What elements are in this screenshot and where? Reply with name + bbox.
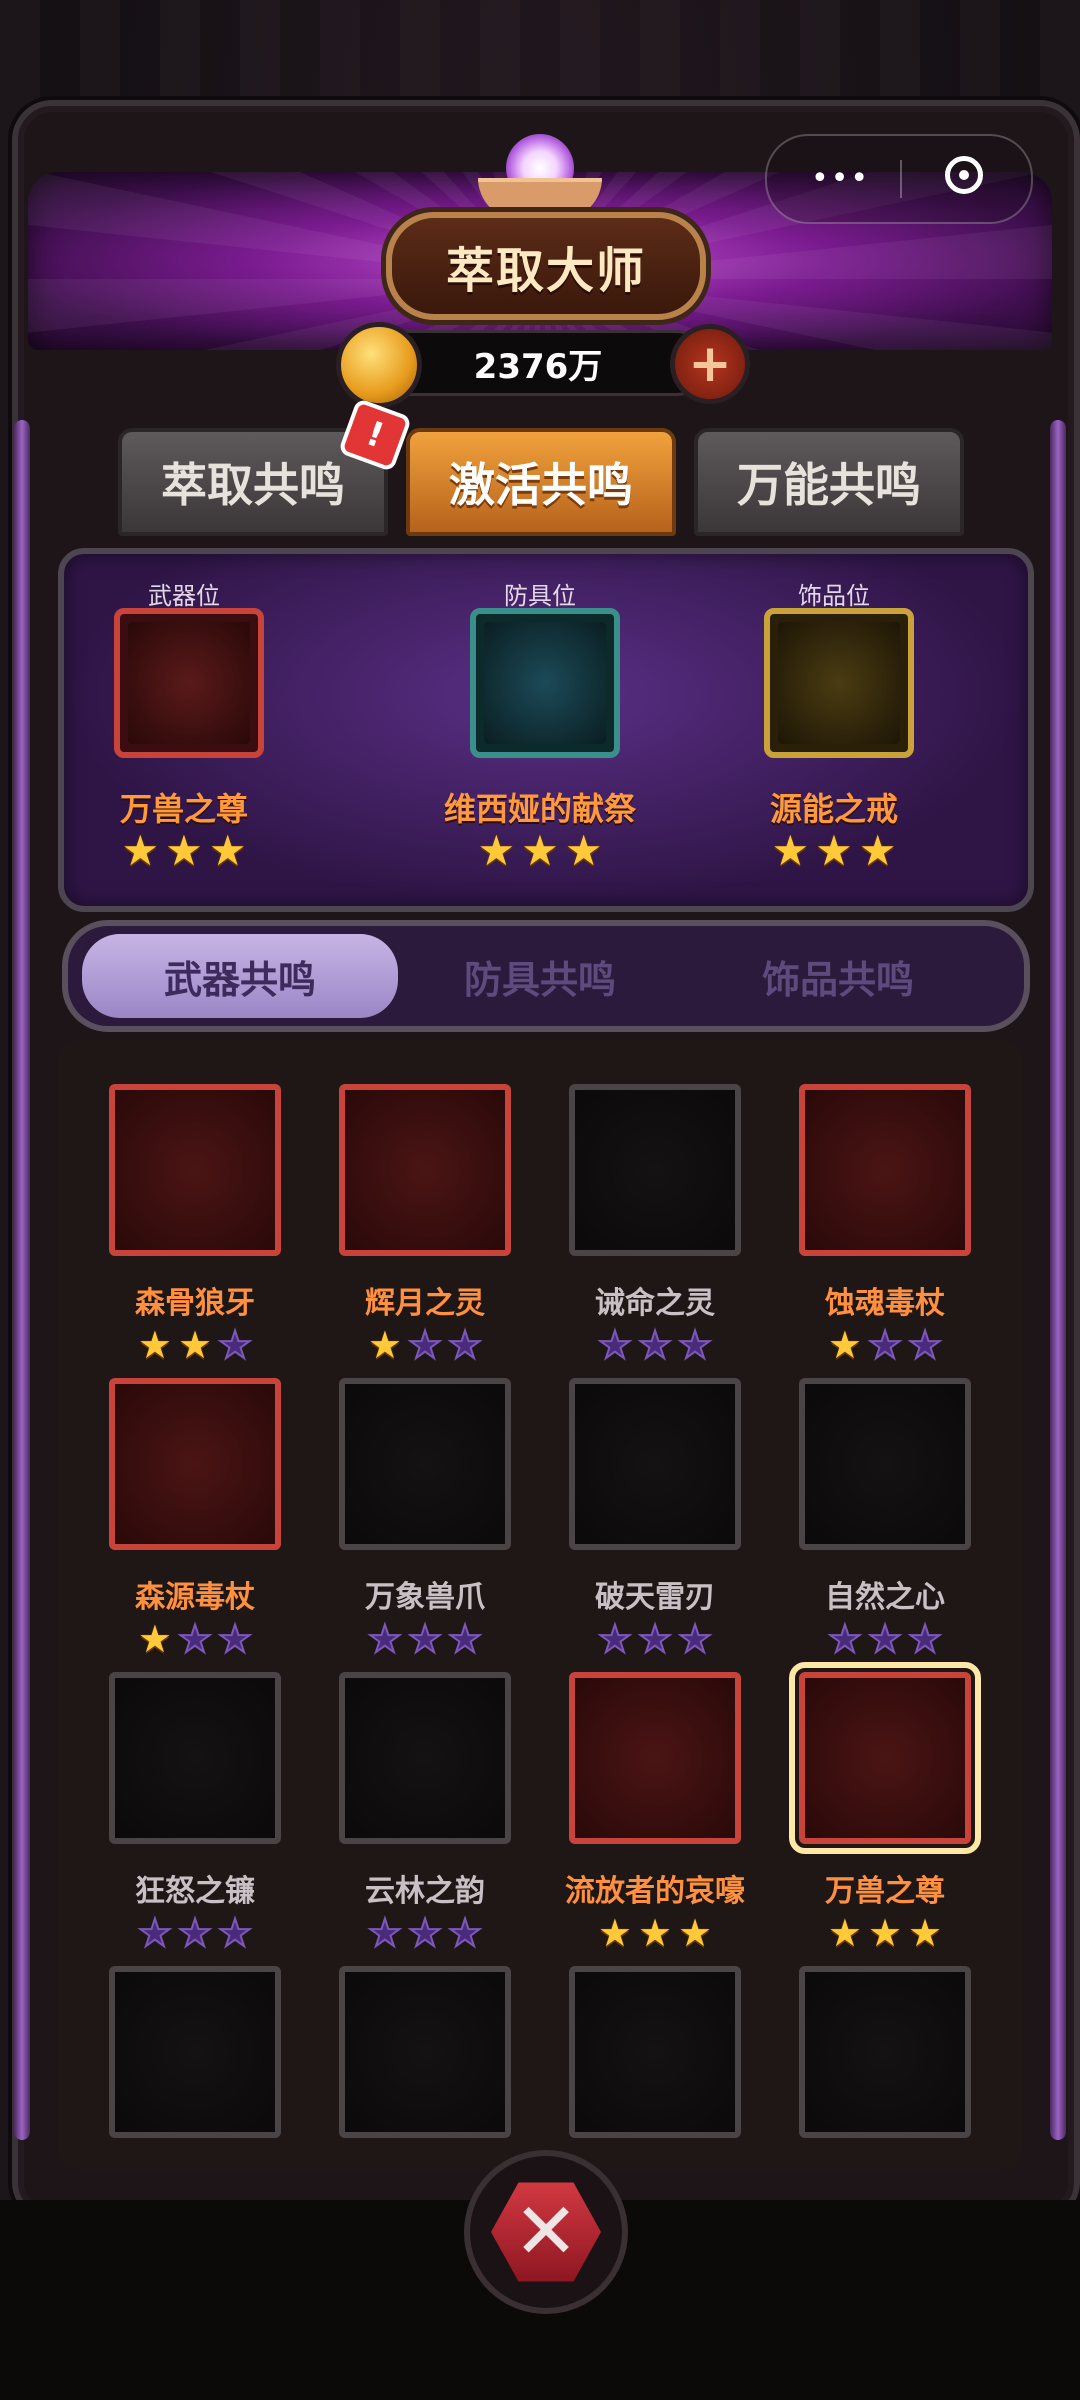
more-dots-icon[interactable]: ••• [811,164,870,194]
emblem-hex: ✕ [491,2182,601,2282]
star-icon: ★ [121,826,160,875]
bell-staff-icon [128,622,250,744]
item-name: 诫命之灵 [595,1286,715,1321]
item-name: 狂怒之镰 [135,1874,255,1909]
weapon-icon [109,1378,281,1550]
weapon-icon [339,1966,511,2138]
item-card[interactable]: 云林之韵 ★ ★ ★ [328,1638,511,1953]
weapon-slot-frame [114,608,264,758]
slot-stars: ★ ★ ★ [64,830,304,872]
weapon-icon [339,1672,511,1844]
mini-program-capsule: ••• [765,134,1033,224]
tab-accessory-resonance[interactable]: 饰品共鸣 [680,934,996,1018]
top-tab-bar: 萃取共鸣 激活共鸣 万能共鸣 [118,428,964,536]
weapon-icon [799,1378,971,1550]
weapon-icon [109,1084,281,1256]
item-card[interactable]: 诫命之灵 ★ ★ ★ [558,1050,741,1365]
weapon-icon [339,1084,511,1256]
slot-item-name: 源能之戒 [769,790,898,828]
weapon-icon [799,1966,971,2138]
armor-slot-frame [470,608,620,758]
category-segmented-control: 武器共鸣 防具共鸣 饰品共鸣 [62,920,1030,1032]
tab-label: 武器共鸣 [163,957,316,1002]
item-card[interactable]: 万兽之尊 ★ ★ ★ [788,1638,981,1952]
item-name: 万象兽爪 [365,1580,485,1615]
item-name: 云林之韵 [365,1874,485,1909]
star-icon: ★ [815,826,853,875]
item-name: 破天雷刃 [595,1580,715,1615]
tab-label: 激活共鸣 [449,458,633,512]
item-grid: 森骨狼牙 ★ ★ ★ 辉月之灵 ★ ★ ★ 诫命之灵 ★ ★ ★ 蚀魂毒杖 ★ ★ ★ 森源毒杖 ★ ★ ★ 万象兽爪 ★… [58,1040,1022,2170]
item-card[interactable]: 森骨狼牙 ★ ★ ★ [98,1050,281,1365]
star-icon: ★ [858,826,897,875]
item-card[interactable] [328,1932,511,2170]
item-card[interactable]: 流放者的哀嚎 ★ ★ ★ [558,1638,745,1952]
target-close-icon[interactable] [945,156,983,194]
tab-label: 萃取共鸣 [161,458,345,512]
item-name: 自然之心 [825,1580,945,1615]
tab-universal-resonance[interactable]: 万能共鸣 [694,428,964,536]
tab-label: 万能共鸣 [737,458,921,512]
slot-stars: ★ ★ ★ [420,830,660,872]
item-name: 蚀魂毒杖 [825,1286,945,1321]
weapon-icon [109,1966,281,2138]
slot-label: 饰品位 [798,582,870,610]
star-icon: ★ [521,826,559,875]
armor-jacket-icon [484,622,606,744]
capsule-divider [900,160,902,198]
weapon-icon [569,1966,741,2138]
weapon-icon [109,1672,281,1844]
slot-label: 防具位 [504,582,576,610]
weapon-icon [569,1378,741,1550]
slot-item-name: 维西娅的献祭 [443,790,636,828]
item-name: 流放者的哀嚎 [565,1874,745,1909]
item-name: 森源毒杖 [135,1580,255,1615]
weapon-icon [569,1084,741,1256]
equip-slot-weapon[interactable]: 武器位 万兽之尊 ★ ★ ★ [64,554,304,884]
item-card[interactable]: 自然之心 ★ ★ ★ [788,1344,971,1659]
crossed-swords-emblem-icon[interactable]: ✕ [464,2150,628,2314]
item-name: 辉月之灵 [365,1286,485,1321]
weapon-icon [569,1672,741,1844]
star-icon: ★ [165,826,203,875]
item-card[interactable] [98,1932,281,2170]
slot-label: 武器位 [148,582,220,610]
item-card[interactable]: 万象兽爪 ★ ★ ★ [328,1344,511,1659]
frame-right-rail [1050,420,1066,2140]
item-card[interactable]: 森源毒杖 ★ ★ ★ [98,1344,281,1659]
item-name: 森骨狼牙 [135,1286,255,1321]
accessory-slot-frame [764,608,914,758]
coin-icon [336,322,422,408]
equip-slot-armor[interactable]: 防具位 维西娅的献祭 ★ ★ ★ [420,554,660,884]
star-icon: ★ [208,826,247,875]
tab-weapon-resonance[interactable]: 武器共鸣 [82,934,398,1018]
item-card[interactable]: 破天雷刃 ★ ★ ★ [558,1344,741,1659]
weapon-icon [789,1662,981,1854]
item-name: 万兽之尊 [825,1874,945,1909]
title-plate: 萃取大师 [386,212,706,320]
add-currency-button[interactable]: + [670,324,750,404]
slot-stars: ★ ★ ★ [714,830,954,872]
ring-icon [778,622,900,744]
star-icon: ★ [564,826,603,875]
page-title: 萃取大师 [445,243,646,299]
item-card[interactable] [788,1932,971,2170]
tab-label: 防具共鸣 [463,957,616,1002]
slot-item-name: 万兽之尊 [119,790,248,828]
weapon-icon [339,1378,511,1550]
equip-slot-accessory[interactable]: 饰品位 源能之戒 ★ ★ ★ [714,554,954,884]
tab-label: 饰品共鸣 [761,957,914,1002]
equipped-slots-panel: 武器位 万兽之尊 ★ ★ ★ 防具位 维西娅的献祭 ★ ★ ★ 饰品位 源能之戒 ★ ★ ★ [58,548,1034,912]
tab-activate-resonance[interactable]: 激活共鸣 [406,428,676,536]
weapon-icon [799,1084,971,1256]
item-card[interactable]: 辉月之灵 ★ ★ ★ [328,1050,511,1365]
item-card[interactable]: 狂怒之镰 ★ ★ ★ [98,1638,281,1953]
tab-armor-resonance[interactable]: 防具共鸣 [382,934,698,1018]
currency-amount: 2376万 [473,346,603,387]
item-card[interactable]: 蚀魂毒杖 ★ ★ ★ [788,1050,971,1365]
item-card[interactable] [558,1932,741,2170]
star-icon: ★ [477,826,516,875]
frame-left-rail [14,420,30,2140]
star-icon: ★ [771,826,810,875]
